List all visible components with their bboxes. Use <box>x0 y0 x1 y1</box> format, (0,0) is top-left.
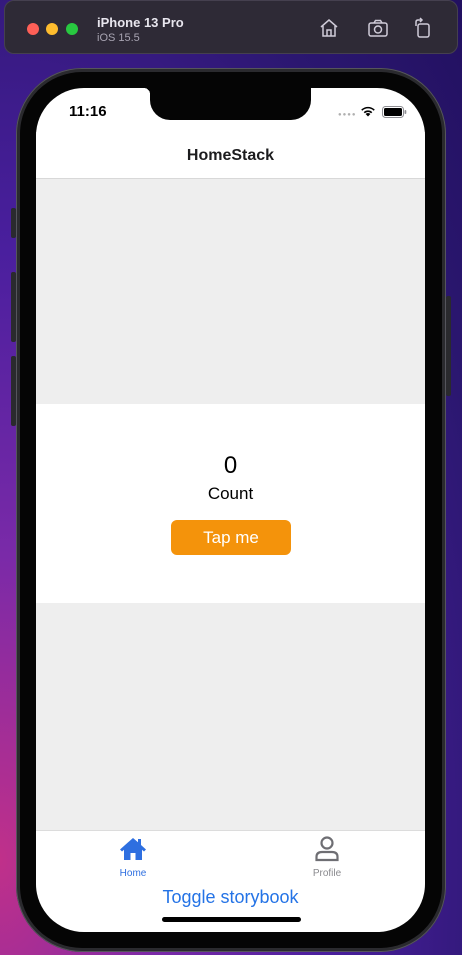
tab-profile[interactable]: Profile <box>267 831 387 883</box>
screenshot-camera-icon[interactable] <box>367 17 389 39</box>
tab-home-label: Home <box>119 868 147 879</box>
counter-card: 0 Count Tap me <box>36 404 425 603</box>
person-icon <box>315 836 339 862</box>
minimize-window-button[interactable] <box>46 23 58 35</box>
power-button <box>446 296 451 396</box>
home-icon[interactable] <box>318 17 340 39</box>
tab-home[interactable]: Home <box>73 831 193 883</box>
zoom-window-button[interactable] <box>66 23 78 35</box>
tap-me-button[interactable]: Tap me <box>171 520 291 555</box>
close-window-button[interactable] <box>27 23 39 35</box>
volume-up-button <box>11 272 16 342</box>
volume-down-button <box>11 356 16 426</box>
notch <box>144 88 311 120</box>
wifi-icon <box>361 106 375 117</box>
device-name: iPhone 13 Pro <box>97 15 184 30</box>
count-label: Count <box>207 484 254 503</box>
toggle-storybook-button[interactable]: Toggle storybook <box>36 887 425 908</box>
tab-bar: Home Profile <box>36 830 425 882</box>
silent-switch <box>11 208 16 238</box>
page-title: HomeStack <box>186 147 275 164</box>
rotate-icon[interactable] <box>412 17 434 39</box>
signal-dots-icon: ●●●● <box>338 112 357 118</box>
screen-content: 0 Count Tap me <box>36 179 425 830</box>
simulator-title-bar: iPhone 13 Pro iOS 15.5 <box>4 0 458 54</box>
battery-icon <box>382 106 407 118</box>
navigation-header: HomeStack <box>36 132 425 179</box>
os-version: iOS 15.5 <box>97 32 140 44</box>
status-time: 11:16 <box>69 103 107 120</box>
home-indicator <box>162 917 301 922</box>
house-icon <box>120 838 146 860</box>
count-value: 0 <box>223 452 238 479</box>
device-screen: 11:16 ●●●● HomeStack 0 Count Tap me Home <box>36 88 425 932</box>
status-icons: ●●●● <box>338 105 408 118</box>
tab-profile-label: Profile <box>312 868 342 879</box>
